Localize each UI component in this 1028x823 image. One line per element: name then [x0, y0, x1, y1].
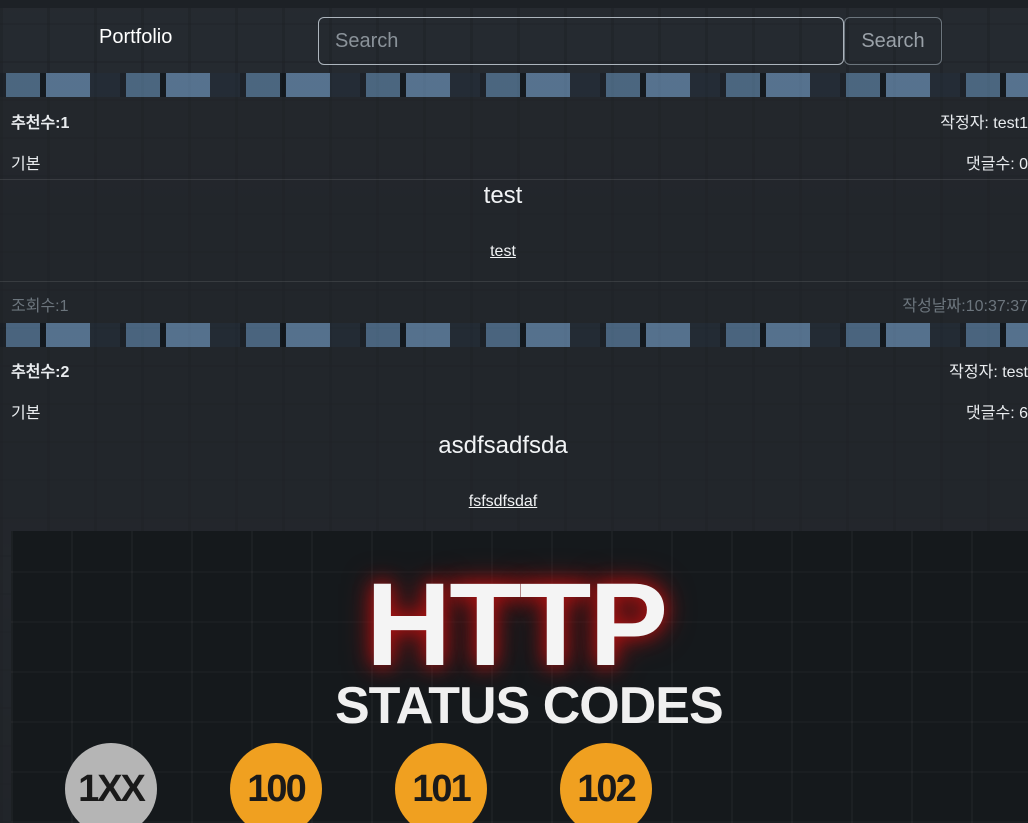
background-stripe [0, 323, 1028, 347]
divider [0, 281, 1028, 282]
search-button[interactable]: Search [844, 17, 942, 65]
status-code-badge: 101 [395, 743, 487, 823]
status-code-badge: 102 [560, 743, 652, 823]
post-likes: 추천수:1 [11, 115, 70, 132]
image-subtitle-text: STATUS CODES [335, 677, 724, 735]
post-card[interactable]: 추천수:1 작정자: test1 기본 댓글수: 0 test test 조회수… [0, 97, 1028, 323]
browser-edge [0, 0, 1028, 8]
post-body-link[interactable]: fsfsdfsdaf [469, 493, 537, 510]
post-likes: 추천수:2 [11, 364, 70, 381]
navbar: Portfolio Search [0, 8, 1028, 73]
post-body-link[interactable]: test [490, 243, 516, 260]
background-stripe [0, 73, 1028, 97]
post-title: asdfsadfsda [438, 432, 568, 459]
brand-link[interactable]: Portfolio [99, 26, 172, 49]
post-date: 작성날짜:10:37:37 [902, 298, 1028, 315]
post-category: 기본 [11, 405, 41, 422]
post-title: test [483, 182, 523, 209]
search-input[interactable] [318, 17, 844, 65]
divider [0, 179, 1028, 180]
status-code-badge: 100 [230, 743, 322, 823]
post-image: HTTP STATUS CODES 1XX 100 101 102 [11, 531, 1028, 823]
post-author: 작정자: test1 [940, 115, 1028, 132]
post-author: 작정자: test [949, 364, 1028, 381]
image-title-text: HTTP [366, 559, 668, 691]
post-comment-count: 댓글수: 6 [966, 405, 1028, 422]
post-comment-count: 댓글수: 0 [966, 156, 1028, 173]
post-category: 기본 [11, 156, 41, 173]
status-code-badge: 1XX [65, 743, 157, 823]
post-views: 조회수:1 [11, 298, 69, 315]
